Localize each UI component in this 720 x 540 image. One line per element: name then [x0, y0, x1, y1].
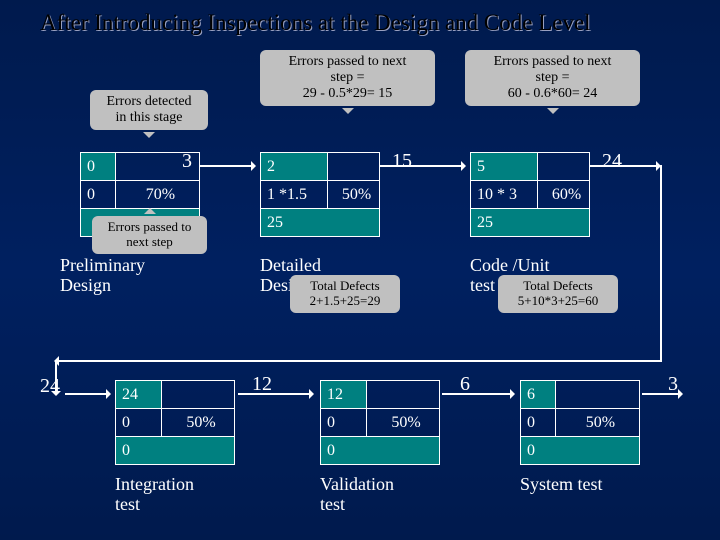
callout-errors-detected: Errors detected in this stage [90, 90, 208, 130]
cell: 2 [261, 153, 328, 181]
callout-errors-passed-next: Errors passed to next step [92, 216, 207, 254]
table-validation: 12 050% 0 [320, 380, 440, 465]
cell [162, 381, 235, 409]
out-code: 24 [602, 150, 622, 173]
table-code: 5 10 * 360% 25 [470, 152, 590, 237]
table-system: 6 050% 0 [520, 380, 640, 465]
arrow [55, 360, 662, 362]
slide-title: After Introducing Inspections at the Des… [40, 10, 700, 36]
cell [555, 381, 639, 409]
cell: 0 [116, 437, 235, 465]
label-validation: Validation test [320, 475, 460, 515]
arrow [238, 393, 313, 395]
cell: 50% [328, 181, 380, 209]
arrow [590, 165, 660, 167]
arrow [380, 165, 465, 167]
cell [328, 153, 380, 181]
cell: 0 [521, 409, 556, 437]
wire [660, 165, 662, 360]
cell: 70% [115, 181, 199, 209]
arrow [65, 393, 110, 395]
arrow [442, 393, 514, 395]
cell: 6 [521, 381, 556, 409]
cell: 0 [81, 153, 116, 181]
cell: 0 [521, 437, 640, 465]
table-integration: 24 050% 0 [115, 380, 235, 465]
in-integration: 24 [40, 375, 60, 398]
callout-total-code: Total Defects 5+10*3+25=60 [498, 275, 618, 313]
cell: 25 [261, 209, 380, 237]
cell: 50% [367, 409, 440, 437]
label-prelim: Preliminary Design [60, 256, 200, 296]
cell: 50% [162, 409, 235, 437]
arrow [642, 393, 682, 395]
cell: 0 [81, 181, 116, 209]
cell: 5 [471, 153, 538, 181]
out-prelim: 3 [182, 150, 192, 173]
arrow [200, 165, 255, 167]
cell [538, 153, 590, 181]
cell: 0 [116, 409, 162, 437]
table-detailed: 2 1 *1.550% 25 [260, 152, 380, 237]
callout-total-detailed: Total Defects 2+1.5+25=29 [290, 275, 400, 313]
label-integration: Integration test [115, 475, 255, 515]
cell: 12 [321, 381, 367, 409]
cell: 24 [116, 381, 162, 409]
cell: 0 [321, 409, 367, 437]
cell [367, 381, 440, 409]
callout-pass-code: Errors passed to next step = 60 - 0.6*60… [465, 50, 640, 106]
cell: 25 [471, 209, 590, 237]
cell: 0 [321, 437, 440, 465]
cell: 10 * 3 [471, 181, 538, 209]
callout-pass-detailed: Errors passed to next step = 29 - 0.5*29… [260, 50, 435, 106]
cell: 1 *1.5 [261, 181, 328, 209]
label-system: System test [520, 475, 660, 495]
cell: 60% [538, 181, 590, 209]
out-detailed: 15 [392, 150, 412, 173]
cell: 50% [555, 409, 639, 437]
